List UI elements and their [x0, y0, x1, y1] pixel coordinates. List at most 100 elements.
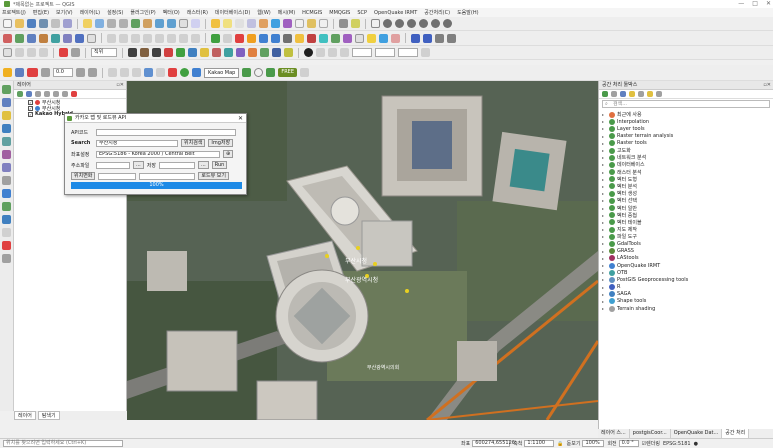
- menu-layer[interactable]: 레이어(L): [80, 9, 101, 16]
- pin-icon[interactable]: [15, 68, 24, 77]
- chevron-right-icon[interactable]: ▸: [602, 263, 607, 268]
- menu-web[interactable]: 웹(W): [257, 9, 270, 16]
- maximize-icon[interactable]: □: [752, 0, 758, 7]
- processing-item[interactable]: ▸ OTB: [599, 269, 773, 276]
- text-annotation-icon[interactable]: [319, 19, 328, 28]
- chevron-right-icon[interactable]: ▸: [602, 184, 607, 189]
- attribute-table-icon[interactable]: [247, 19, 256, 28]
- close-icon[interactable]: ✕: [238, 114, 243, 123]
- chevron-right-icon[interactable]: ▸: [602, 119, 607, 124]
- tool-red-icon[interactable]: [164, 48, 173, 57]
- digitize-a-icon[interactable]: [3, 48, 12, 57]
- edit-features-icon[interactable]: [647, 91, 653, 97]
- chevron-right-icon[interactable]: ▸: [602, 213, 607, 218]
- filter-icon[interactable]: [44, 91, 50, 97]
- snap-combo-c[interactable]: [398, 48, 418, 57]
- annotation-icon[interactable]: [307, 19, 316, 28]
- ad-icon[interactable]: [27, 68, 38, 77]
- menu-edit[interactable]: 편집(E): [33, 9, 49, 16]
- plugin-blue3-icon[interactable]: [379, 33, 388, 43]
- processing-item[interactable]: ▸ Layer tools: [599, 125, 773, 132]
- processing-item[interactable]: ▸ PostGIS Geoprocessing tools: [599, 276, 773, 283]
- processing-item[interactable]: ▸ 벡터 중첩: [599, 212, 773, 219]
- add-misc-side-icon[interactable]: [2, 254, 11, 263]
- panel-close-icon[interactable]: ▫✕: [763, 81, 771, 90]
- label-f-icon[interactable]: [132, 68, 141, 77]
- paste-icon[interactable]: [191, 33, 200, 43]
- add-raster-icon[interactable]: [27, 33, 36, 43]
- crs-picker-icon[interactable]: ⊕: [223, 150, 234, 158]
- plugin-f-icon[interactable]: [431, 19, 440, 28]
- digitize-icon[interactable]: [131, 33, 140, 43]
- processing-item[interactable]: ▸ GdalTools: [599, 240, 773, 247]
- snap-a-icon[interactable]: [316, 48, 325, 57]
- chevron-right-icon[interactable]: ▸: [602, 206, 607, 211]
- tab-browser[interactable]: 탐색기: [37, 411, 60, 420]
- minimize-icon[interactable]: —: [738, 0, 744, 7]
- layout-d-icon[interactable]: [447, 33, 456, 43]
- plugin-green2-icon[interactable]: [331, 33, 340, 43]
- chevron-right-icon[interactable]: ▸: [602, 299, 607, 304]
- processing-item[interactable]: ▸ GRASS: [599, 248, 773, 255]
- menu-help[interactable]: 도움말(H): [457, 9, 478, 16]
- add-spatialite-icon[interactable]: [63, 33, 72, 43]
- chevron-right-icon[interactable]: ▸: [602, 134, 607, 139]
- new-shapefile-icon[interactable]: [87, 33, 96, 43]
- redo-icon[interactable]: [71, 48, 80, 57]
- style-combo[interactable]: 직위: [91, 48, 117, 57]
- plugin-blue-icon[interactable]: [259, 33, 268, 43]
- tool-dark-icon[interactable]: [152, 48, 161, 57]
- processing-item[interactable]: ▸ Raster terrain analysis: [599, 133, 773, 140]
- tab-layers[interactable]: 레이어: [14, 411, 36, 420]
- coord-input-a[interactable]: [98, 172, 137, 180]
- menu-project[interactable]: 프로젝트(J): [2, 9, 26, 16]
- tool-pink-icon[interactable]: [212, 48, 221, 57]
- tool-orange-icon[interactable]: [248, 48, 257, 57]
- crs-status[interactable]: EPSG:5181: [663, 441, 691, 447]
- new-map-view-icon[interactable]: [179, 19, 188, 28]
- coord-field[interactable]: 600274,655126: [472, 440, 515, 447]
- add-wcs-side-icon[interactable]: [2, 189, 11, 198]
- processing-item[interactable]: ▸ 데이터베이스: [599, 161, 773, 168]
- menu-database[interactable]: 데이터베이스(D): [215, 9, 250, 16]
- results-icon[interactable]: [620, 91, 626, 97]
- label-g-icon[interactable]: [156, 68, 165, 77]
- save-edits-icon[interactable]: [119, 33, 128, 43]
- map-green-icon[interactable]: [242, 68, 252, 77]
- tab-openquake-data[interactable]: OpenQuake Dat...: [671, 429, 723, 438]
- tab-layer-styling[interactable]: 레이어 스...: [598, 429, 630, 438]
- processing-item[interactable]: ▸ 벡터 선택: [599, 197, 773, 204]
- identify-icon[interactable]: [211, 19, 220, 28]
- plugin-white-icon[interactable]: [355, 33, 364, 43]
- plugin-b-icon[interactable]: [383, 19, 392, 28]
- zoom-last-icon[interactable]: [155, 19, 164, 28]
- label-c-icon[interactable]: [88, 68, 97, 77]
- measure-icon[interactable]: [295, 19, 304, 28]
- scale-combo[interactable]: 0.0: [53, 68, 73, 77]
- grid-icon[interactable]: [266, 68, 276, 77]
- add-vector-icon[interactable]: [15, 33, 24, 43]
- zoom-full-icon[interactable]: [131, 19, 140, 28]
- add-wms-side-icon[interactable]: [2, 111, 11, 120]
- undo-red-icon[interactable]: [59, 48, 68, 57]
- menu-plugins[interactable]: 플러그인(P): [130, 9, 155, 16]
- menu-processing[interactable]: 공간처리(C): [424, 9, 450, 16]
- menu-view[interactable]: 보기(V): [56, 9, 73, 16]
- pan-to-selection-icon[interactable]: [95, 19, 104, 28]
- layer-checkbox[interactable]: ✓: [28, 99, 33, 105]
- panel-float-icon[interactable]: ▫✕: [116, 81, 124, 90]
- snap-d-icon[interactable]: [421, 48, 430, 57]
- sum-icon[interactable]: [283, 19, 292, 28]
- lock-icon[interactable]: 🔒: [557, 441, 563, 447]
- chevron-right-icon[interactable]: ▸: [602, 227, 607, 232]
- tab-postgis-coord[interactable]: postgisCoor...: [630, 429, 671, 438]
- coord-input-b[interactable]: [139, 172, 196, 180]
- chevron-right-icon[interactable]: ▸: [602, 198, 607, 203]
- snap-b-icon[interactable]: [328, 48, 337, 57]
- plugin-cyan-icon[interactable]: [319, 33, 328, 43]
- pointer-icon[interactable]: [3, 68, 12, 77]
- edit-pencil-icon[interactable]: [107, 33, 116, 43]
- chevron-right-icon[interactable]: ▸: [602, 177, 607, 182]
- plugin-purple-icon[interactable]: [343, 33, 352, 43]
- add-postgis-icon[interactable]: [75, 33, 84, 43]
